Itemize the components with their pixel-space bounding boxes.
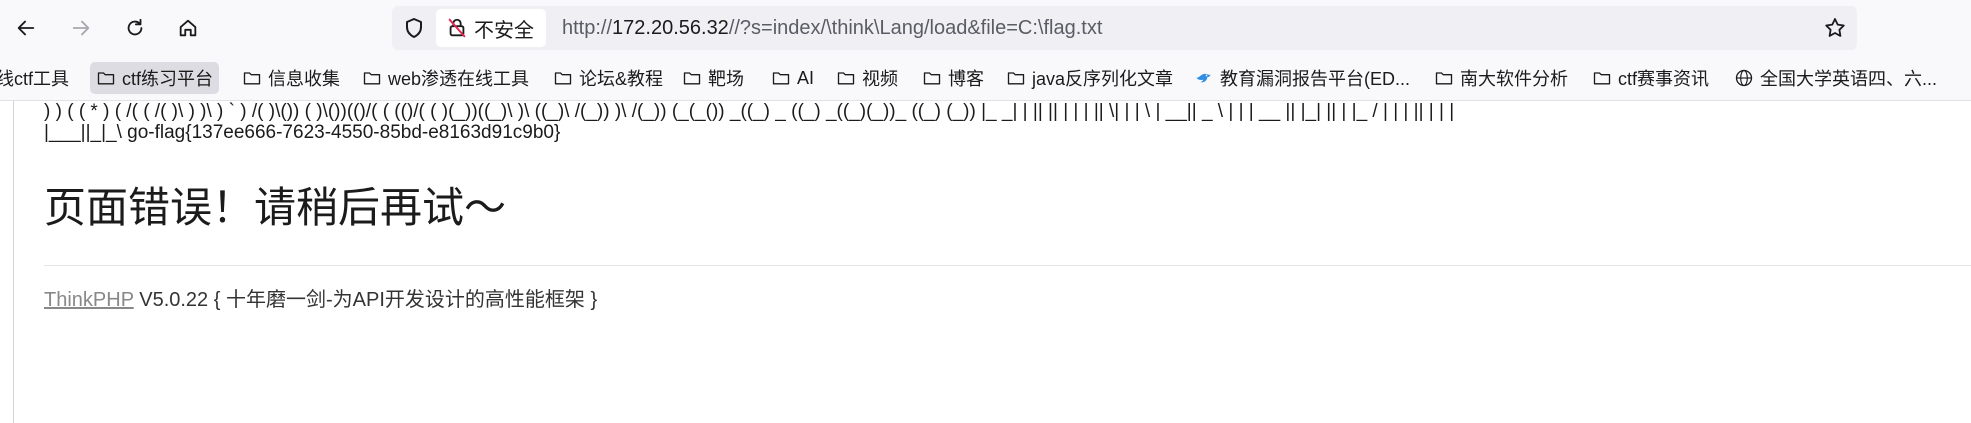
page-divider [13,101,14,423]
url-path: //?s=index/\think\Lang/load&file=C:\flag… [728,17,1103,39]
forward-button[interactable] [63,10,99,46]
bookmark-folder[interactable]: web渗透在线工具 [356,62,535,94]
reload-button[interactable] [117,10,153,46]
folder-icon [363,72,381,85]
thinkphp-link[interactable]: ThinkPHP [44,289,134,311]
bookmark-folder[interactable]: AI [765,62,820,94]
folder-icon [1007,72,1025,85]
page-content: ) ) ( ( * ) ( /( ( /( )\ ) )\ ) ` ) /( )… [0,101,1971,423]
security-label: 不安全 [474,19,534,42]
folder-icon [923,72,941,85]
framework-version: V5.0.22 [139,289,209,311]
back-button[interactable] [8,10,44,46]
star-icon[interactable] [1823,16,1847,40]
flag-line: |___||_|_\ go-flag{137ee666-7623-4550-85… [44,122,561,143]
error-title: 页面错误！请稍后再试～ [44,184,507,231]
folder-icon [683,72,701,85]
horizontal-rule [44,265,1971,266]
shield-icon[interactable] [402,16,426,40]
folder-icon [97,72,115,85]
arrow-right-icon [72,20,90,36]
folder-icon [837,72,855,85]
home-button[interactable] [170,10,206,46]
security-indicator[interactable]: 不安全 [436,9,546,47]
reload-icon [127,18,143,36]
globe-icon [1735,69,1753,87]
address-bar[interactable]: 不安全 http://172.20.56.32//?s=index/\think… [392,6,1857,50]
ascii-line: ) ) ( ( * ) ( /( ( /( )\ ) )\ ) ` ) /( )… [44,101,1455,122]
folder-icon [1593,72,1611,85]
bookmark-folder[interactable]: 博客 [916,62,990,94]
folder-icon [243,72,261,85]
insecure-lock-icon [448,18,466,38]
url-scheme: http:// [562,17,613,39]
bookmark-link[interactable]: 教育漏洞报告平台(ED... [1188,62,1416,94]
folder-icon [554,72,572,85]
folder-icon [772,72,790,85]
bookmark-folder[interactable]: 论坛&教程 [547,62,669,94]
bookmark-folder[interactable]: 靶场 [676,62,750,94]
home-icon [179,19,197,37]
bookmark-item[interactable]: 线ctf工具 [0,62,75,94]
bookmark-folder[interactable]: 南大软件分析 [1428,62,1574,94]
framework-slogan: { 十年磨一剑-为API开发设计的高性能框架 } [213,289,598,311]
bookmark-folder[interactable]: 信息收集 [236,62,346,94]
bookmark-folder[interactable]: ctf赛事资讯 [1586,62,1715,94]
url-text[interactable]: http://172.20.56.32//?s=index/\think\Lan… [562,6,1102,50]
url-host: 172.20.56.32 [612,17,729,39]
bookmark-folder[interactable]: ctf练习平台 [90,62,220,94]
bookmarks-bar: 线ctf工具 ctf练习平台 信息收集 web渗透在线工具 论坛&教程 靶场 A… [0,56,1971,101]
bird-icon [1196,73,1211,83]
bookmark-folder[interactable]: java反序列化文章 [1000,62,1179,94]
arrow-left-icon [17,20,35,36]
bookmark-folder[interactable]: 视频 [830,62,904,94]
browser-toolbar: 不安全 http://172.20.56.32//?s=index/\think… [0,0,1971,56]
folder-icon [1435,72,1453,85]
bookmark-link[interactable]: 全国大学英语四、六... [1728,62,1943,94]
framework-footer: ThinkPHP V5.0.22 { 十年磨一剑-为API开发设计的高性能框架 … [44,285,597,315]
ascii-art-block: ) ) ( ( * ) ( /( ( /( )\ ) )\ ) ` ) /( )… [44,101,1964,143]
